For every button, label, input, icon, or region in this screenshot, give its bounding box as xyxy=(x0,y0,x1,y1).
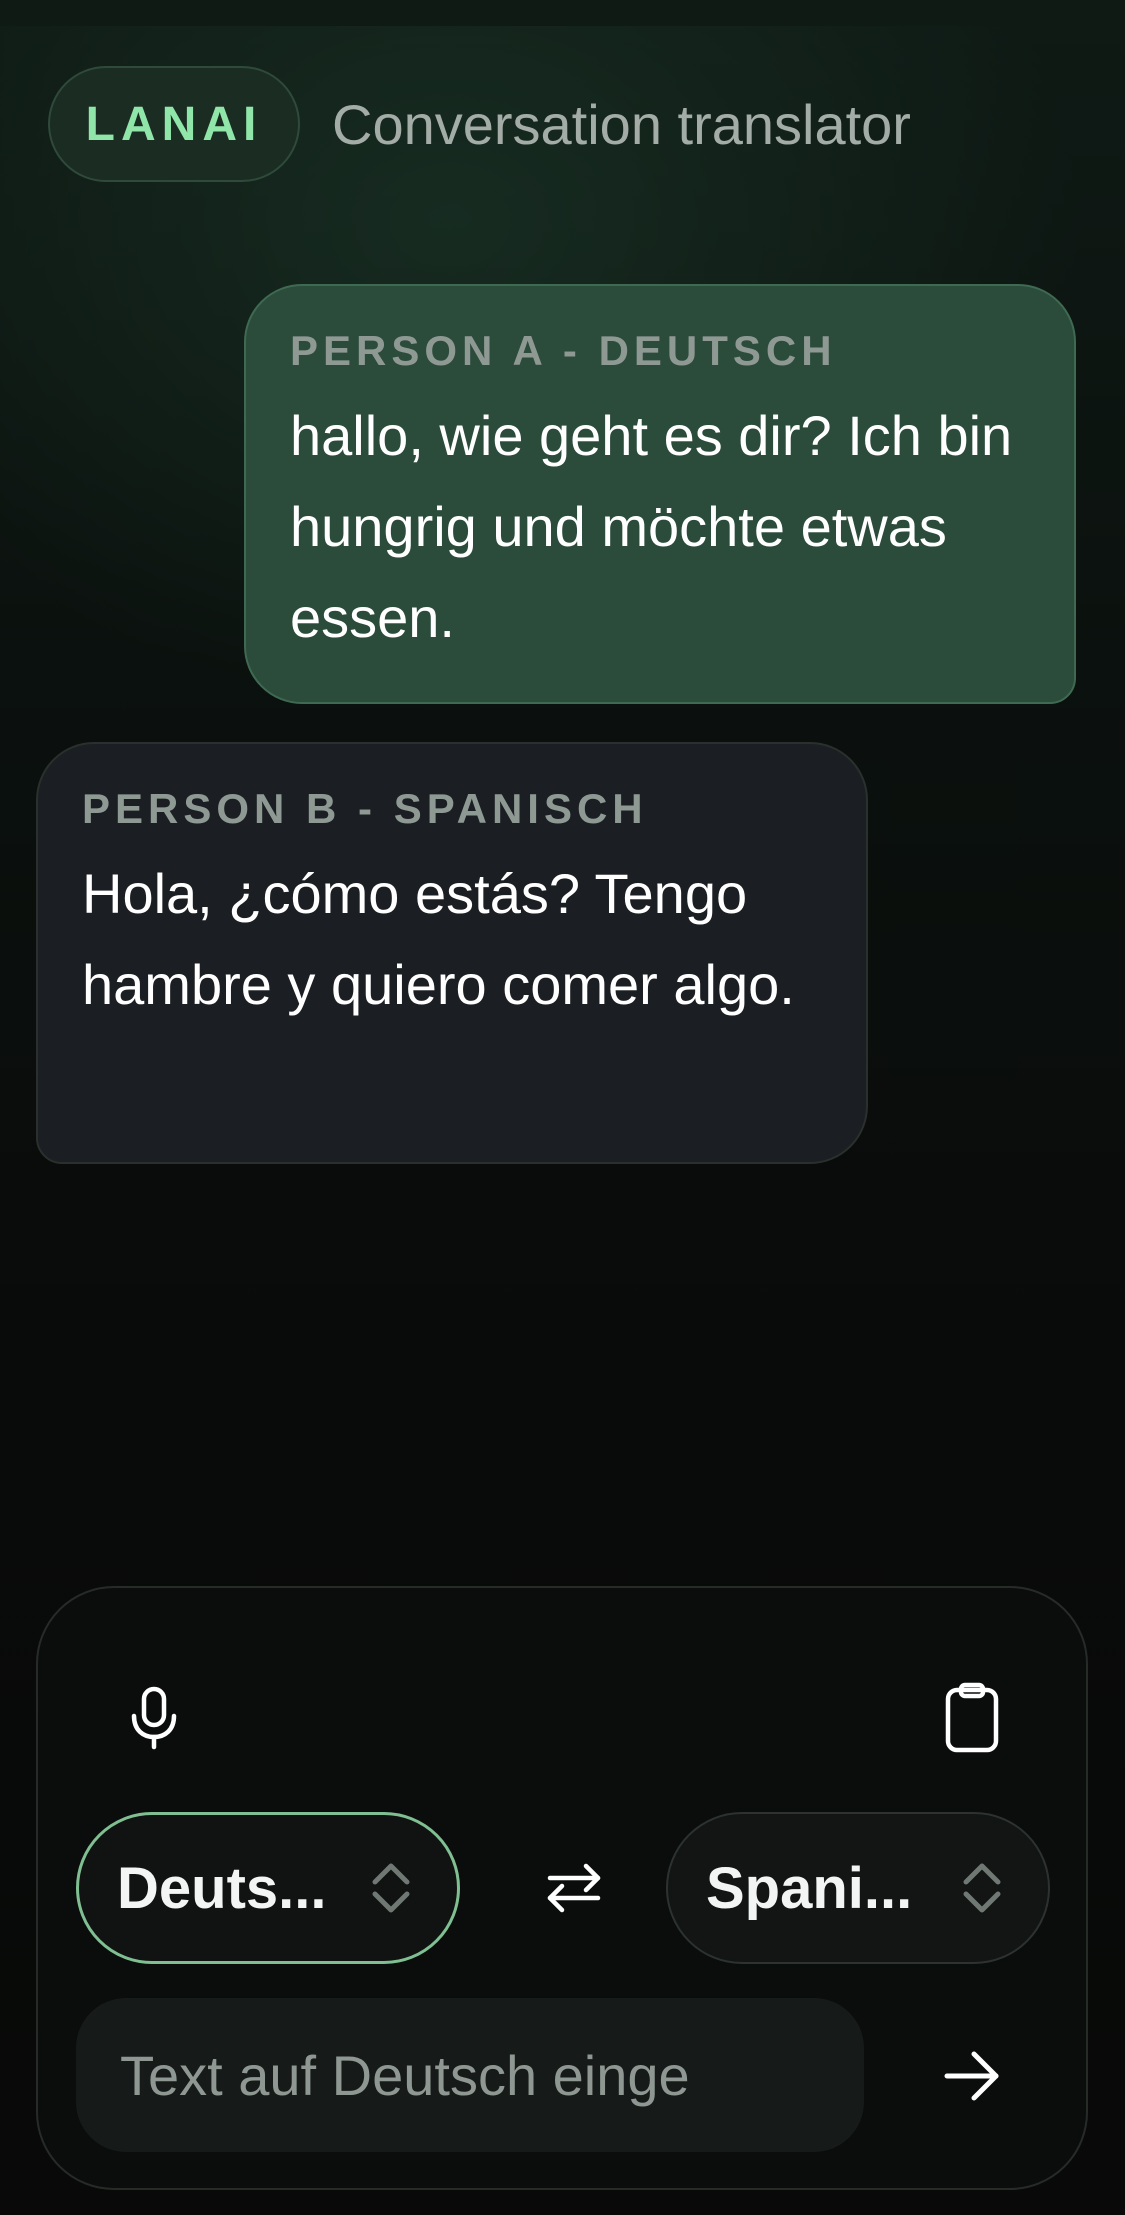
paste-button[interactable] xyxy=(922,1668,1022,1768)
message-sender-label: PERSON A - DEUTSCH xyxy=(290,327,837,374)
target-language-label: Spani... xyxy=(706,1855,913,1921)
clipboard-icon xyxy=(945,1682,999,1753)
header: LANAI Conversation translator xyxy=(48,64,911,184)
message-sender-label: PERSON B - SPANISCH xyxy=(82,785,648,832)
source-language-select[interactable]: Deuts... xyxy=(76,1812,460,1964)
status-bar xyxy=(0,0,1125,26)
target-language-select[interactable]: Spani... xyxy=(666,1812,1050,1964)
send-button[interactable] xyxy=(922,2026,1022,2126)
composer-panel: Deuts... Spani... xyxy=(36,1586,1088,2190)
microphone-button[interactable] xyxy=(104,1668,204,1768)
message-input[interactable] xyxy=(76,1998,864,2152)
arrow-right-icon xyxy=(944,2051,999,2101)
source-language-label: Deuts... xyxy=(117,1855,327,1921)
message-text: Hola, ¿cómo estás? Tengo hambre y quiero… xyxy=(82,862,795,1016)
message-bubble-person-b: PERSON B - SPANISCH Hola, ¿cómo estás? T… xyxy=(36,742,868,1164)
swap-arrows-icon xyxy=(547,1863,601,1913)
swap-languages-button[interactable] xyxy=(524,1838,624,1938)
brand-badge: LANAI xyxy=(48,66,300,182)
microphone-icon xyxy=(131,1686,177,1750)
page-title: Conversation translator xyxy=(332,92,911,156)
chevron-updown-icon xyxy=(372,1863,410,1913)
chevron-updown-icon xyxy=(963,1863,1001,1913)
message-bubble-person-a: PERSON A - DEUTSCH hallo, wie geht es di… xyxy=(244,284,1076,704)
message-text: hallo, wie geht es dir? Ich bin hungrig … xyxy=(290,404,1013,649)
